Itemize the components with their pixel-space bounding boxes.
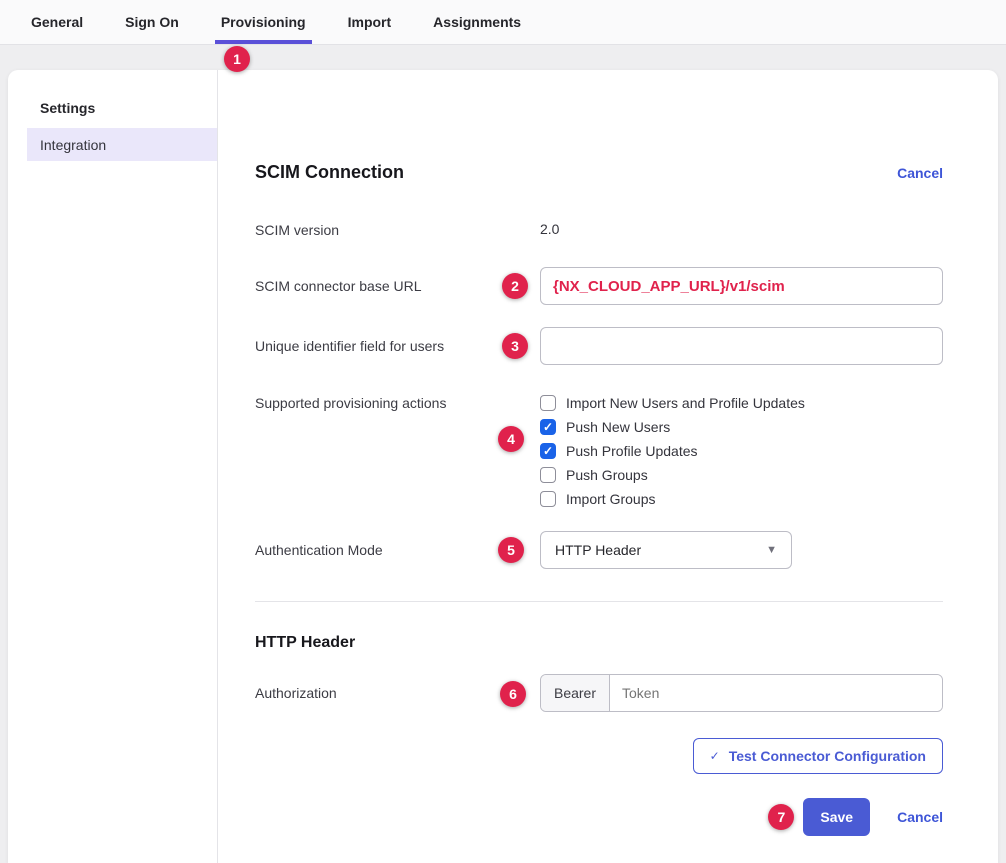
provisioning-option-row: Import Groups [540,487,943,511]
authorization-scheme-label: Bearer [541,675,610,711]
authorization-input-group: Bearer [540,674,943,712]
scim-base-url-input[interactable] [540,267,943,305]
scim-version-label: SCIM version [255,221,540,239]
provisioning-option-row: Push Groups [540,463,943,487]
scim-base-url-row: SCIM connector base URL 2 [255,267,943,305]
step-badge-3: 3 [502,333,528,359]
checkbox-import-groups[interactable] [540,491,556,507]
checkbox-label-push-profile-updates: Push Profile Updates [566,443,698,459]
authentication-mode-row: Authentication Mode 5 HTTP Header ▼ [255,531,943,569]
token-input[interactable] [610,675,942,711]
tab-assignments[interactable]: Assignments [427,0,527,44]
test-connector-button-label: Test Connector Configuration [729,748,926,764]
unique-identifier-input[interactable] [540,327,943,365]
scim-connection-panel: SCIM Connection Cancel SCIM version 2.0 … [218,70,998,863]
provisioning-option-row: Push New Users [540,415,943,439]
form-footer-actions: 7 Save Cancel [255,798,943,836]
test-connector-button[interactable]: ✓ Test Connector Configuration [693,738,943,774]
authorization-row: Authorization 6 Bearer [255,674,943,712]
tab-sign-on[interactable]: Sign On [119,0,185,44]
authorization-label: Authorization [255,674,540,702]
step-badge-4: 4 [498,426,524,452]
http-header-section-title: HTTP Header [255,634,943,652]
tab-provisioning[interactable]: Provisioning [215,0,312,44]
scim-base-url-label: SCIM connector base URL [255,267,540,295]
cancel-link-top[interactable]: Cancel [897,165,943,181]
scim-version-value: 2.0 [540,221,559,237]
checkbox-import-new-users-and-profile-updates[interactable] [540,395,556,411]
section-divider [255,601,943,602]
provisioning-actions-label: Supported provisioning actions [255,391,540,412]
unique-identifier-row: Unique identifier field for users 3 [255,327,943,365]
save-button[interactable]: Save [803,798,870,836]
page-title: SCIM Connection [255,162,404,183]
authentication-mode-select[interactable]: HTTP Header ▼ [540,531,792,569]
step-badge-1: 1 [224,46,250,72]
authentication-mode-selected-value: HTTP Header [555,542,641,558]
checkbox-label-import-new-users-and-profile-updates: Import New Users and Profile Updates [566,395,805,411]
checkbox-push-profile-updates[interactable] [540,443,556,459]
cancel-link-bottom[interactable]: Cancel [897,809,943,825]
app-tab-bar: General Sign On Provisioning Import Assi… [0,0,1006,45]
checkbox-push-groups[interactable] [540,467,556,483]
authentication-mode-label: Authentication Mode [255,531,540,559]
unique-identifier-label: Unique identifier field for users [255,327,540,355]
checkbox-label-push-new-users: Push New Users [566,419,670,435]
content-card: Settings Integration SCIM Connection Can… [8,70,998,863]
chevron-down-icon: ▼ [766,544,777,556]
title-row: SCIM Connection Cancel [255,162,943,183]
tab-general[interactable]: General [25,0,89,44]
step-badge-5: 5 [498,537,524,563]
sidebar-heading: Settings [40,100,217,116]
step-badge-7: 7 [768,804,794,830]
step-badge-2: 2 [502,273,528,299]
checkbox-label-import-groups: Import Groups [566,491,655,507]
check-icon: ✓ [710,749,720,763]
checkbox-push-new-users[interactable] [540,419,556,435]
provisioning-option-row: Push Profile Updates [540,439,943,463]
scim-version-row: SCIM version 2.0 [255,221,943,239]
checkbox-label-push-groups: Push Groups [566,467,648,483]
step-badge-6: 6 [500,681,526,707]
test-connector-row: ✓ Test Connector Configuration [255,738,943,774]
provisioning-actions-row: Supported provisioning actions 4 Import … [255,391,943,511]
settings-sidebar: Settings Integration [8,70,218,863]
tab-import[interactable]: Import [342,0,398,44]
sidebar-item-integration[interactable]: Integration [27,128,217,161]
provisioning-option-row: Import New Users and Profile Updates [540,391,943,415]
